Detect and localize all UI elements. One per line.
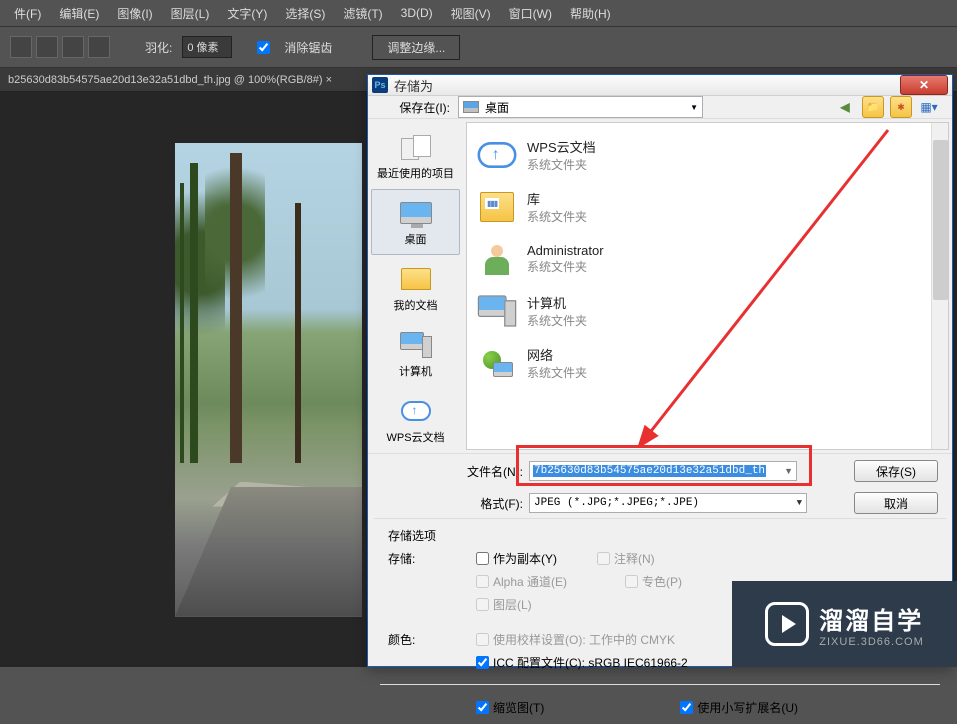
selection-subtract-icon[interactable] [62,36,84,58]
place-label: 计算机 [399,363,432,379]
scrollbar[interactable] [931,123,948,449]
file-name: WPS云文档 [527,137,596,156]
watermark-en: ZIXUE.3D66.COM [819,636,923,648]
place-computer[interactable]: 计算机 [368,321,463,387]
menu-edit[interactable]: 编辑(E) [51,2,107,25]
dialog-titlebar[interactable]: Ps 存储为 ✕ [368,75,952,96]
chevron-down-icon: ▼ [690,103,698,112]
spot-checkbox[interactable]: 专色(P) [625,573,682,590]
document-tab-label: b25630d83b54575ae20d13e32a51dbd_th.jpg @… [8,74,332,86]
file-name: 计算机 [527,293,587,312]
chevron-down-icon: ▼ [797,498,802,508]
selection-new-icon[interactable] [10,36,32,58]
savein-label: 保存在(I): [380,99,450,116]
place-recent[interactable]: 最近使用的项目 [368,123,463,189]
place-documents[interactable]: 我的文档 [368,255,463,321]
file-sub: 系统文件夹 [527,258,604,275]
as-copy-checkbox[interactable]: 作为副本(Y) [476,550,557,567]
format-dropdown[interactable]: JPEG (*.JPG;*.JPEG;*.JPE) ▼ [529,493,807,513]
selection-intersect-icon[interactable] [88,36,110,58]
format-value: JPEG (*.JPG;*.JPEG;*.JPE) [534,497,699,509]
filename-value: 7b25630d83b54575ae20d13e32a51dbd_th [533,465,766,477]
feather-input[interactable] [182,36,232,58]
place-label: WPS云文档 [386,429,444,445]
nav-back-icon[interactable]: ◀ [834,96,856,118]
antialias-checkbox[interactable] [257,41,270,54]
antialias-label: 消除锯齿 [284,39,332,56]
dialog-title: 存储为 [394,76,900,95]
place-label: 最近使用的项目 [377,165,454,181]
list-item[interactable]: 网络系统文件夹 [473,337,942,389]
scroll-thumb[interactable] [933,140,948,300]
nav-up-icon[interactable]: 📁 [862,96,884,118]
savein-value: 桌面 [485,99,509,116]
menu-window[interactable]: 窗口(W) [501,2,560,25]
alpha-checkbox[interactable]: Alpha 通道(E) [476,573,567,590]
file-sub: 系统文件夹 [527,364,587,381]
file-name: Administrator [527,243,604,258]
storage-label: 存储: [388,550,448,567]
storage-options-title: 存储选项 [388,527,932,544]
watermark-logo-icon [765,602,809,646]
list-item[interactable]: Administrator系统文件夹 [473,233,942,285]
nav-newfolder-icon[interactable]: ✱ [890,96,912,118]
watermark-cn: 溜溜自学 [819,601,923,636]
save-as-dialog: Ps 存储为 ✕ 保存在(I): 桌面 ▼ ◀ 📁 ✱ ▦▾ 最近使用的项目 桌… [367,74,953,667]
photoshop-icon: Ps [372,77,388,93]
desktop-icon [463,101,479,113]
selection-add-icon[interactable] [36,36,58,58]
save-button[interactable]: 保存(S) [854,460,938,482]
watermark: 溜溜自学 ZIXUE.3D66.COM [732,581,957,667]
savein-dropdown[interactable]: 桌面 ▼ [458,96,703,118]
refine-edge-button[interactable]: 调整边缘... [372,35,460,60]
places-bar: 最近使用的项目 桌面 我的文档 计算机 WPS云文档 [368,119,463,453]
cancel-button[interactable]: 取消 [854,492,938,514]
feather-label: 羽化: [145,39,172,56]
menu-help[interactable]: 帮助(H) [562,2,619,25]
nav-viewmenu-icon[interactable]: ▦▾ [918,96,940,118]
menu-view[interactable]: 视图(V) [443,2,499,25]
place-desktop[interactable]: 桌面 [371,189,460,255]
filename-label: 文件名(N): [378,463,523,480]
chevron-down-icon[interactable]: ▼ [784,466,793,476]
menu-3d[interactable]: 3D(D) [393,3,441,23]
list-item[interactable]: 计算机系统文件夹 [473,285,942,337]
file-list[interactable]: WPS云文档系统文件夹 库系统文件夹 Administrator系统文件夹 计算… [466,122,949,450]
menu-filter[interactable]: 滤镜(T) [335,2,390,25]
file-name: 库 [527,189,587,208]
notes-checkbox[interactable]: 注释(N) [597,550,655,567]
menu-bar: 件(F) 编辑(E) 图像(I) 图层(L) 文字(Y) 选择(S) 滤镜(T)… [0,0,957,26]
format-label: 格式(F): [378,495,523,512]
list-item[interactable]: WPS云文档系统文件夹 [473,129,942,181]
lowercase-checkbox[interactable]: 使用小写扩展名(U) [680,699,798,716]
file-sub: 系统文件夹 [527,312,587,329]
menu-select[interactable]: 选择(S) [277,2,333,25]
menu-file[interactable]: 件(F) [6,2,49,25]
file-sub: 系统文件夹 [527,208,587,225]
menu-image[interactable]: 图像(I) [109,2,160,25]
list-item[interactable]: 库系统文件夹 [473,181,942,233]
close-button[interactable]: ✕ [900,75,948,95]
menu-layer[interactable]: 图层(L) [163,2,218,25]
options-bar: 羽化: 消除锯齿 调整边缘... [0,26,957,68]
place-label: 我的文档 [394,297,438,313]
file-sub: 系统文件夹 [527,156,596,173]
filename-input[interactable]: 7b25630d83b54575ae20d13e32a51dbd_th ▼ [529,461,797,481]
thumbnail-checkbox[interactable]: 缩览图(T) [476,699,544,716]
menu-type[interactable]: 文字(Y) [219,2,275,25]
color-label: 颜色: [388,631,448,648]
place-wps-cloud[interactable]: WPS云文档 [368,387,463,453]
document-image [175,143,362,617]
file-name: 网络 [527,345,587,364]
place-label: 桌面 [405,231,427,247]
